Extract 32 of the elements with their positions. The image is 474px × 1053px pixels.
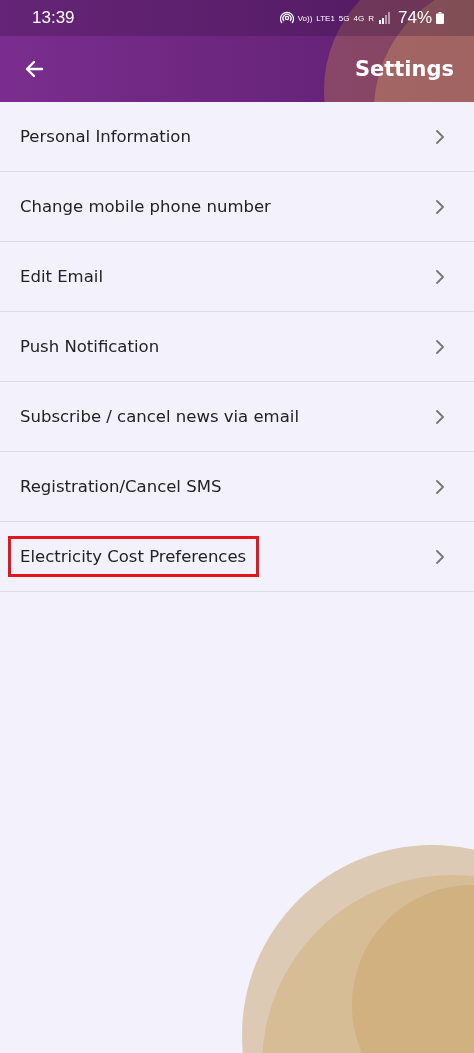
settings-item[interactable]: Personal Information [0,102,474,172]
hotspot-icon [279,11,294,25]
page-title: Settings [354,57,454,81]
chevron-icon [436,409,444,424]
settings-item[interactable]: Subscribe / cancel news via email [0,382,474,452]
item-label: Personal Information [19,126,192,148]
item-label: Change mobile phone number [19,196,272,218]
item-label: Push Notification [19,336,161,358]
network-label: 4G [353,13,365,23]
network-label: R [368,13,374,23]
network-label: LTE1 [316,13,335,23]
item-label: Subscribe / cancel news via email [19,406,300,428]
chevron-icon [436,339,444,354]
chevron-icon [436,199,444,214]
network-label: 5G [338,13,350,23]
settings-item[interactable]: Change mobile phone number [0,172,474,242]
settings-item[interactable]: Registration/Cancel SMS [0,452,474,522]
chevron-icon [436,269,444,284]
settings-item[interactable]: Edit Email [0,242,474,312]
network-label: Vo)) [297,13,313,23]
battery-percent: 74% [397,8,432,28]
chevron-icon [436,549,444,564]
item-label: Electricity Cost Preferences [8,536,260,577]
battery-icon [436,12,444,24]
item-label: Edit Email [19,266,104,288]
signal-icon [377,12,390,24]
chevron-icon [436,129,444,144]
item-label: Registration/Cancel SMS [19,476,223,498]
chevron-icon [436,479,444,494]
status-time: 13:39 [32,8,75,28]
settings-item[interactable]: Electricity Cost Preferences [0,522,474,592]
settings-item[interactable]: Push Notification [0,312,474,382]
